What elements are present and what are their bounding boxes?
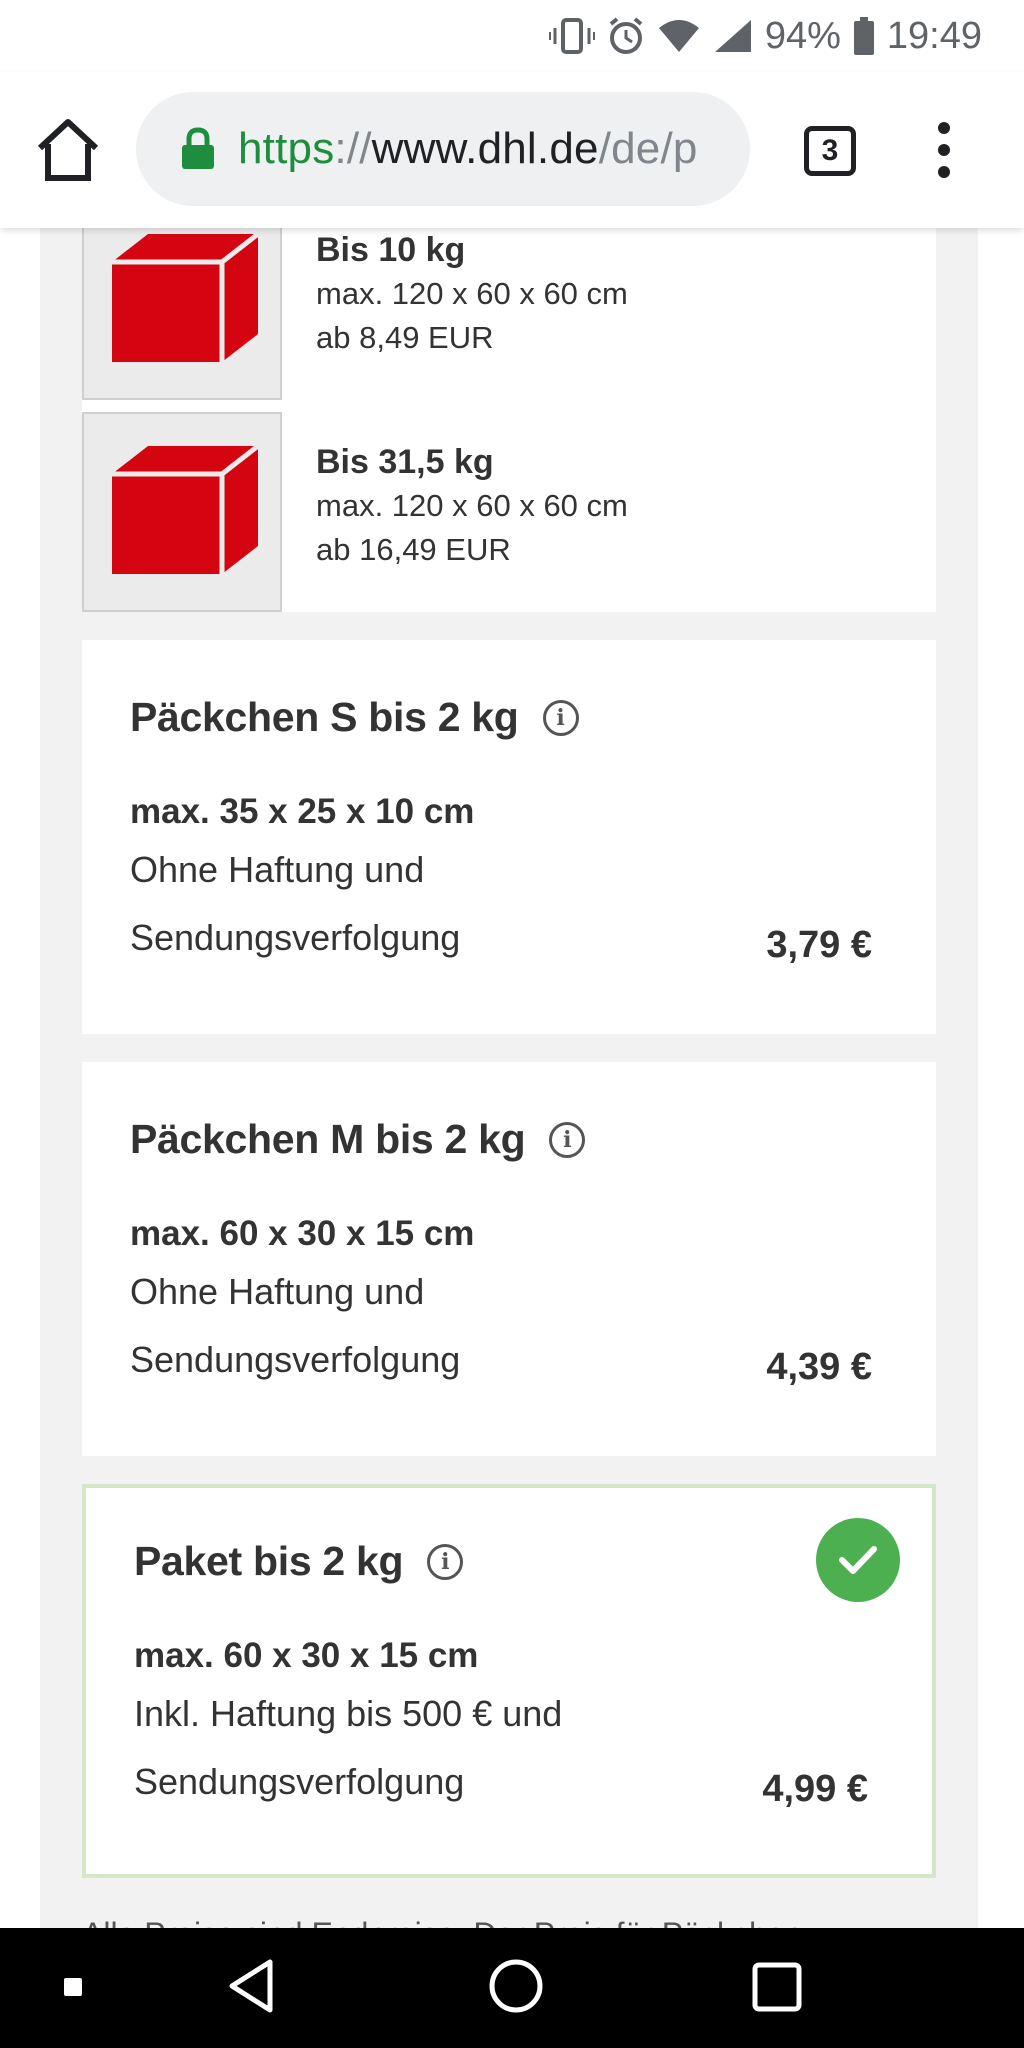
status-bar: 94% 19:49 — [0, 0, 1024, 72]
info-glyph: i — [441, 1548, 450, 1575]
card-description-line: Sendungsverfolgung — [130, 917, 461, 958]
card-description-line: Sendungsverfolgung — [134, 1761, 465, 1802]
url-separator: :// — [334, 124, 372, 173]
info-icon[interactable]: i — [542, 699, 579, 736]
navigation-bar — [0, 1928, 1024, 2048]
package-icon — [112, 446, 258, 574]
shipping-option-price: ab 16,49 EUR — [316, 532, 511, 567]
shipping-option-text: Bis 31,5 kg max. 120 x 60 x 60 cm ab 16,… — [316, 440, 628, 572]
card-title: Päckchen S bis 2 kg — [130, 694, 519, 740]
home-circle-icon[interactable] — [488, 1958, 544, 2014]
shipping-option-title: Bis 10 kg — [316, 231, 466, 269]
battery-icon — [853, 17, 874, 55]
package-thumbnail — [82, 412, 282, 612]
card-description-line: Ohne Haftung und — [130, 849, 425, 890]
home-icon[interactable] — [34, 116, 102, 184]
shipping-option-row[interactable]: Bis 31,5 kg max. 120 x 60 x 60 cm ab 16,… — [82, 412, 936, 612]
card-price: 3,79 € — [766, 924, 872, 966]
card-title: Paket bis 2 kg — [134, 1538, 404, 1584]
card-description: Ohne Haftung und Sendungsverfolgung — [130, 836, 460, 972]
browser-toolbar: https://www.dhl.de/de/p 3 — [0, 72, 1024, 228]
url-host: www.dhl.de — [371, 124, 599, 173]
card-price: 4,39 € — [766, 1346, 872, 1388]
info-glyph: i — [563, 1126, 572, 1153]
card-dimensions: max. 35 x 25 x 10 cm — [130, 792, 475, 831]
card-dimensions: max. 60 x 30 x 15 cm — [130, 1214, 475, 1253]
shipping-option-title: Bis 31,5 kg — [316, 443, 494, 481]
back-icon[interactable] — [226, 1958, 276, 2014]
shipping-option-price: ab 8,49 EUR — [316, 320, 494, 355]
shipping-option-text: Bis 10 kg max. 120 x 60 x 60 cm ab 8,49 … — [316, 228, 628, 360]
product-card-paeckchen-s[interactable]: Päckchen S bis 2 kg i max. 35 x 25 x 10 … — [82, 640, 936, 1034]
vibrate-icon — [548, 18, 595, 54]
info-icon[interactable]: i — [427, 1543, 464, 1580]
alarm-icon — [609, 17, 643, 54]
status-icons: 94% 19:49 — [548, 12, 982, 60]
card-dimensions: max. 60 x 30 x 15 cm — [134, 1636, 479, 1675]
card-description-line: Inkl. Haftung bis 500 € und — [134, 1693, 563, 1734]
shipping-option-dims: max. 120 x 60 x 60 cm — [316, 276, 628, 311]
more-menu-icon[interactable] — [922, 118, 966, 182]
nav-indicator — [64, 1978, 82, 1996]
wifi-icon — [658, 20, 699, 52]
price-footnote: Alle Preise sind Endpreise. Der Preis fü… — [82, 1916, 802, 1928]
clock: 19:49 — [886, 14, 982, 57]
page-content: Bis 10 kg max. 120 x 60 x 60 cm ab 8,49 … — [0, 228, 1024, 1928]
package-thumbnail — [82, 228, 282, 400]
url-scheme: https — [238, 124, 335, 173]
card-title: Päckchen M bis 2 kg — [130, 1116, 526, 1162]
card-description-line: Sendungsverfolgung — [130, 1339, 461, 1380]
product-card-paket[interactable]: Paket bis 2 kg i max. 60 x 30 x 15 cm In… — [82, 1484, 936, 1878]
card-description: Inkl. Haftung bis 500 € und Sendungsverf… — [134, 1680, 562, 1816]
lock-icon — [182, 127, 214, 169]
card-description: Ohne Haftung und Sendungsverfolgung — [130, 1258, 460, 1394]
card-title-row: Päckchen S bis 2 kg i — [130, 694, 579, 741]
url-text: https://www.dhl.de/de/p — [238, 124, 698, 174]
tabs-icon[interactable]: 3 — [804, 126, 856, 176]
card-title-row: Paket bis 2 kg i — [134, 1538, 464, 1585]
info-glyph: i — [556, 704, 565, 731]
shipping-option-dims: max. 120 x 60 x 60 cm — [316, 488, 628, 523]
signal-icon — [714, 20, 751, 52]
selected-badge — [816, 1518, 900, 1602]
card-price: 4,99 € — [762, 1768, 868, 1810]
check-icon — [839, 1546, 877, 1574]
package-icon — [112, 234, 258, 362]
recents-icon[interactable] — [752, 1962, 802, 2012]
url-path: /de/p — [598, 124, 698, 173]
shipping-option-row[interactable]: Bis 10 kg max. 120 x 60 x 60 cm ab 8,49 … — [82, 228, 936, 412]
card-title-row: Päckchen M bis 2 kg i — [130, 1116, 586, 1163]
battery-percent: 94% — [764, 14, 841, 57]
tab-count: 3 — [821, 134, 839, 167]
info-icon[interactable]: i — [549, 1121, 586, 1158]
card-description-line: Ohne Haftung und — [130, 1271, 425, 1312]
url-bar[interactable]: https://www.dhl.de/de/p — [136, 92, 750, 206]
product-card-paeckchen-m[interactable]: Päckchen M bis 2 kg i max. 60 x 30 x 15 … — [82, 1062, 936, 1456]
